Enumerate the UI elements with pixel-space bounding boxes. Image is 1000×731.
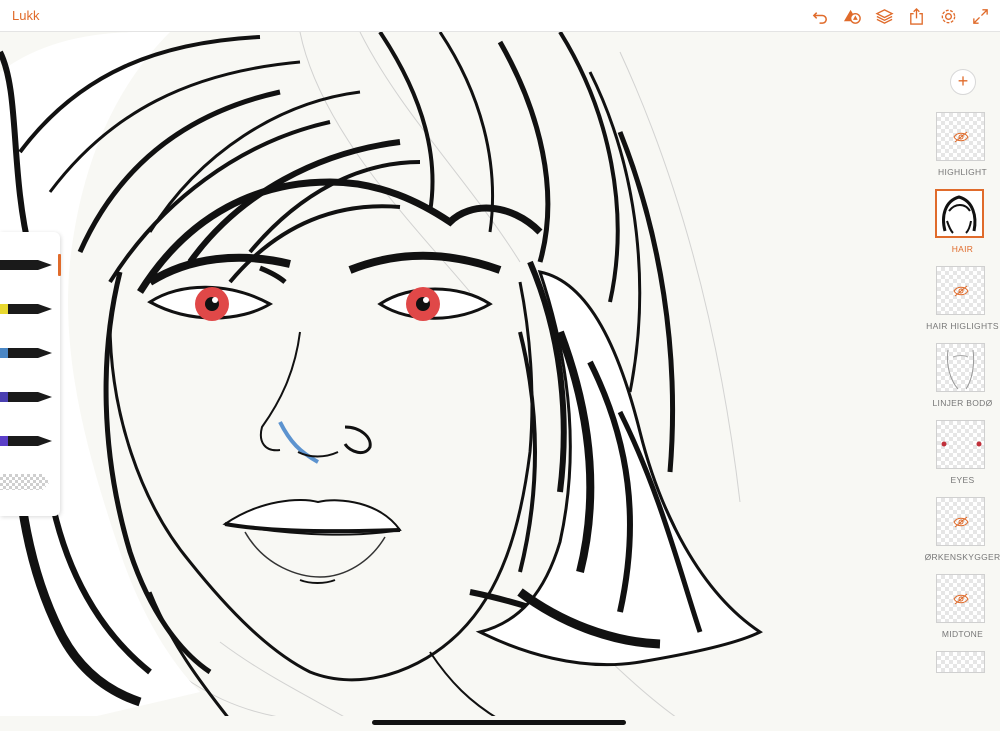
brush-4[interactable] [0,386,55,408]
top-toolbar: Lukk [0,0,1000,32]
layer-thumbnail [936,497,985,546]
hair-thumbnail-image [937,191,982,236]
brush-5[interactable] [0,430,55,452]
layer-name: HAIR [951,244,974,254]
toolbar-icons [808,5,992,27]
hidden-eye-icon[interactable] [952,131,969,143]
shapes-icon[interactable] [840,5,864,27]
eyes-thumbnail-image [941,441,982,447]
hidden-eye-icon[interactable] [952,285,969,297]
layer-name: HIGHLIGHT [938,167,987,177]
layer-thumbnail [935,189,984,238]
lines-thumbnail-image [947,349,975,390]
layer-name: LINJER BODØ [932,398,993,408]
layers-icon[interactable] [872,5,896,27]
settings-icon[interactable] [936,5,960,27]
share-icon[interactable] [904,5,928,27]
close-button[interactable]: Lukk [12,8,39,23]
drawing-canvas[interactable] [0,32,925,720]
eraser-tool[interactable] [0,474,50,490]
layers-panel: + HIGHLIGHT HAIR HAIR HIGLIGHTS LINJER B… [925,32,1000,720]
layer-thumbnail [936,651,985,673]
brush-3[interactable] [0,342,55,364]
brush-panel [0,232,61,516]
layer-name: EYES [950,475,975,485]
layer-thumbnail [936,343,985,392]
portrait-artwork [0,32,763,720]
layer-name: HAIR HIGLIGHTS [926,321,999,331]
fullscreen-icon[interactable] [968,5,992,27]
layer-thumbnail [936,266,985,315]
brush-1[interactable] [0,254,55,276]
layer-name: MIDTONE [941,629,984,639]
layer-thumbnail [936,112,985,161]
home-indicator[interactable] [372,720,626,725]
brush-2[interactable] [0,298,55,320]
hidden-eye-icon[interactable] [952,593,969,605]
active-brush-indicator [58,254,61,276]
add-layer-button[interactable]: + [950,69,976,95]
layer-thumbnail [936,420,985,469]
hidden-eye-icon[interactable] [952,516,969,528]
layer-thumbnail [936,574,985,623]
undo-icon[interactable] [808,5,832,27]
layer-name: ØRKENSKYGGER [924,552,1000,562]
